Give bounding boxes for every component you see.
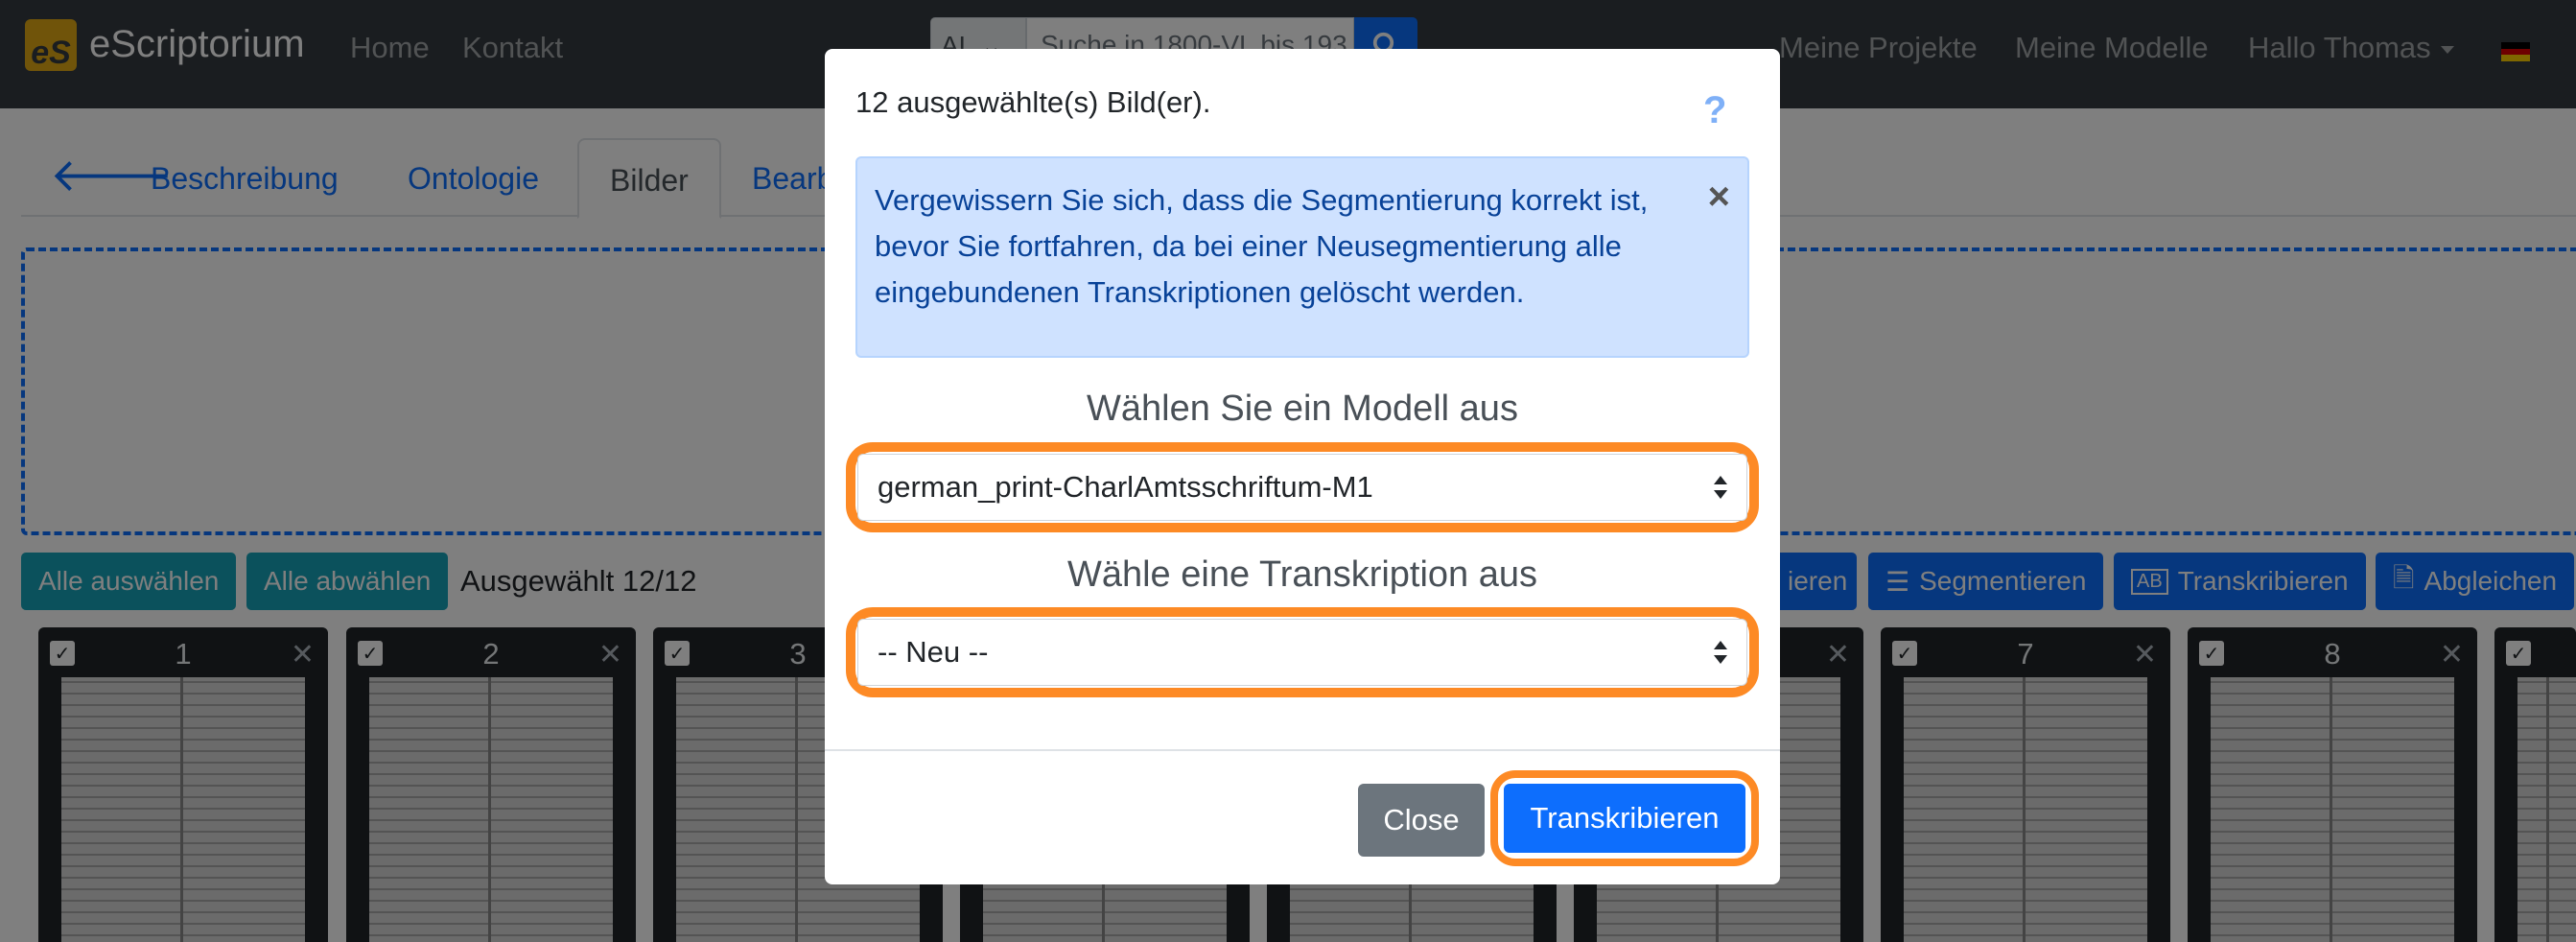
transcription-select[interactable]: -- Neu -- bbox=[857, 619, 1747, 686]
select-arrows-icon bbox=[1714, 476, 1727, 499]
model-select-value: german_print-CharlAmtsschriftum-M1 bbox=[878, 470, 1373, 504]
warning-alert: Vergewissern Sie sich, dass die Segmenti… bbox=[855, 156, 1749, 358]
help-icon[interactable]: ? bbox=[1703, 91, 1726, 130]
transcription-select-highlight: -- Neu -- bbox=[846, 607, 1759, 697]
transcription-label: Wähle eine Transkription aus bbox=[1066, 554, 1538, 595]
submit-button-highlight: Transkribieren bbox=[1490, 770, 1759, 866]
modal-footer-divider bbox=[825, 749, 1780, 751]
select-arrows-icon bbox=[1714, 641, 1727, 664]
transcription-select-value: -- Neu -- bbox=[878, 635, 989, 669]
transcribe-submit-button[interactable]: Transkribieren bbox=[1504, 784, 1745, 853]
model-select-highlight: german_print-CharlAmtsschriftum-M1 bbox=[846, 442, 1759, 532]
alert-message: Vergewissern Sie sich, dass die Segmenti… bbox=[875, 183, 1649, 309]
model-select[interactable]: german_print-CharlAmtsschriftum-M1 bbox=[857, 454, 1747, 521]
close-button[interactable]: Close bbox=[1358, 784, 1485, 857]
model-label: Wählen Sie ein Modell aus bbox=[1087, 389, 1518, 429]
modal-title: 12 ausgewählte(s) Bild(er). bbox=[855, 85, 1211, 119]
transcribe-modal: 12 ausgewählte(s) Bild(er). ? Vergewisse… bbox=[825, 49, 1780, 884]
close-icon[interactable]: × bbox=[1708, 177, 1730, 216]
